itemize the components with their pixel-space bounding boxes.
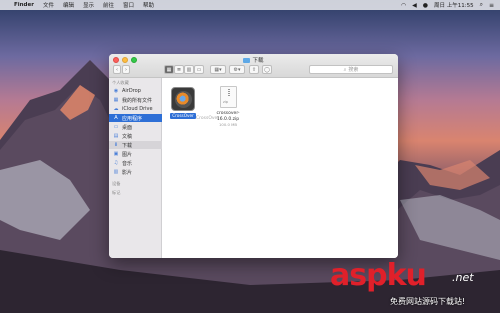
share-button[interactable]: ⇪	[249, 65, 259, 74]
sidebar-item-airdrop[interactable]: ◉ AirDrop	[109, 87, 162, 95]
sidebar-item-icloud[interactable]: ☁ iCloud Drive	[109, 105, 162, 113]
spotlight-icon[interactable]: ⌕	[480, 1, 483, 9]
search-icon: ⌕	[343, 66, 347, 73]
tags-button[interactable]: ◯	[262, 65, 272, 74]
sidebar-item-label: AirDrop	[122, 88, 141, 95]
menu-bar: Finder 文件 编辑 显示 前往 窗口 帮助 ◠ ◀ ● 周日 上午11:5…	[0, 0, 500, 10]
menu-edit[interactable]: 编辑	[63, 1, 74, 9]
sidebar-item-downloads[interactable]: ⬇ 下载	[109, 141, 162, 150]
menu-window[interactable]: 窗口	[123, 1, 134, 9]
list-view-button[interactable]: ≣	[174, 65, 184, 74]
devices-header: 设备	[112, 181, 121, 186]
window-title-text: 下载	[252, 58, 264, 64]
zip-tag: zip	[223, 100, 229, 104]
sidebar-item-label: 桌面	[122, 124, 133, 131]
list-icon[interactable]: ≡	[489, 2, 494, 9]
all-files-icon: ▦	[113, 97, 119, 104]
menu-file[interactable]: 文件	[43, 1, 54, 9]
cloud-icon: ☁	[113, 106, 119, 113]
finder-window: 下载 ‹ › ▦ ≣ ▥ ▭ ▦▾ ⚙▾ ⇪ ◯ ⌕ 搜索 个人收藏 ◉ AirD…	[109, 54, 398, 258]
sidebar-item-all-files[interactable]: ▦ 我的所有文件	[109, 96, 162, 104]
music-icon: ♫	[113, 160, 119, 167]
columns-icon: ▥	[186, 66, 192, 73]
sidebar-item-label: 音乐	[122, 160, 133, 167]
column-view-button[interactable]: ▥	[184, 65, 194, 74]
arrange-icon: ▦▾	[214, 66, 222, 73]
downloads-icon: ⬇	[113, 142, 119, 149]
sidebar-item-movies[interactable]: ▥ 影片	[109, 168, 162, 176]
status-area: ◠ ◀ ● 周日 上午11:55 ⌕ ≡	[401, 1, 500, 9]
menu-go[interactable]: 前往	[103, 1, 114, 9]
volume-icon[interactable]: ◀	[412, 2, 417, 9]
crossover-logo-icon	[174, 90, 192, 108]
pictures-icon: ▣	[113, 151, 119, 158]
tag-icon: ◯	[264, 66, 270, 73]
applications-icon: A	[114, 115, 118, 122]
sidebar-item-label: 应用程序	[122, 115, 143, 122]
watermark-logo: aspku	[330, 258, 427, 293]
crossover-app-icon[interactable]	[171, 87, 195, 111]
search-placeholder: 搜索	[348, 67, 359, 73]
watermark-suffix: .net	[452, 271, 474, 284]
zipper-icon	[228, 89, 230, 97]
sidebar-item-documents[interactable]: ▤ 文稿	[109, 132, 162, 140]
grid-icon: ▦	[166, 66, 172, 73]
zip-file-name[interactable]: crossover-16.0.0.zip	[212, 111, 244, 122]
menu-view[interactable]: 显示	[83, 1, 94, 9]
documents-icon: ▤	[113, 133, 119, 140]
crossover-app-label[interactable]: CrossOver	[170, 113, 196, 119]
zip-file-size: 100.0 MB	[219, 122, 237, 127]
window-title: 下载	[109, 56, 398, 64]
menu-help[interactable]: 帮助	[143, 1, 154, 9]
action-button[interactable]: ⚙▾	[229, 65, 245, 74]
folder-icon	[243, 58, 251, 63]
favorites-header: 个人收藏	[112, 80, 129, 85]
list-view-icon: ≣	[176, 66, 182, 73]
forward-button[interactable]: ›	[122, 65, 130, 74]
sidebar-item-label: 下载	[122, 142, 133, 149]
menu-finder[interactable]: Finder	[14, 2, 34, 8]
arrange-button[interactable]: ▦▾	[210, 65, 226, 74]
gallery-icon: ▭	[196, 66, 202, 73]
share-icon: ⇪	[251, 66, 257, 73]
wifi-icon[interactable]: ◠	[401, 2, 406, 9]
back-button[interactable]: ‹	[113, 65, 121, 74]
sidebar-item-desktop[interactable]: ▭ 桌面	[109, 123, 162, 131]
icon-view-button[interactable]: ▦	[164, 65, 174, 74]
sidebar-item-label: 图片	[122, 151, 133, 158]
zip-file-icon[interactable]: zip	[220, 86, 237, 108]
sidebar-item-pictures[interactable]: ▣ 图片	[109, 150, 162, 158]
sidebar-item-applications[interactable]: A 应用程序	[109, 114, 162, 123]
toolbar: ‹ › ▦ ≣ ▥ ▭ ▦▾ ⚙▾ ⇪ ◯ ⌕ 搜索	[109, 65, 398, 76]
sidebar-item-music[interactable]: ♫ 音乐	[109, 159, 162, 167]
gear-icon: ⚙▾	[233, 66, 241, 73]
user-icon[interactable]: ●	[423, 2, 428, 9]
sidebar-item-label: 文稿	[122, 133, 133, 140]
sidebar: 个人收藏 ◉ AirDrop ▦ 我的所有文件 ☁ iCloud Drive A 应用程…	[109, 78, 162, 258]
menu-clock[interactable]: 周日 上午11:55	[434, 1, 474, 9]
desktop-icon: ▭	[113, 124, 119, 131]
sidebar-item-label: 影片	[122, 169, 133, 176]
gallery-view-button[interactable]: ▭	[194, 65, 204, 74]
title-bar: 下载 ‹ › ▦ ≣ ▥ ▭ ▦▾ ⚙▾ ⇪ ◯ ⌕ 搜索	[109, 54, 398, 78]
airdrop-icon: ◉	[113, 88, 119, 95]
movies-icon: ▥	[113, 169, 119, 176]
file-area: CrossOver CrossOver zip crossover-16.0.0…	[162, 78, 398, 258]
tags-header: 标记	[112, 190, 121, 195]
sidebar-item-label: 我的所有文件	[122, 97, 153, 104]
watermark-subtitle: 免费网站源码下载站!	[390, 297, 466, 306]
sidebar-item-label: iCloud Drive	[122, 106, 153, 113]
search-field[interactable]: ⌕ 搜索	[309, 65, 393, 74]
